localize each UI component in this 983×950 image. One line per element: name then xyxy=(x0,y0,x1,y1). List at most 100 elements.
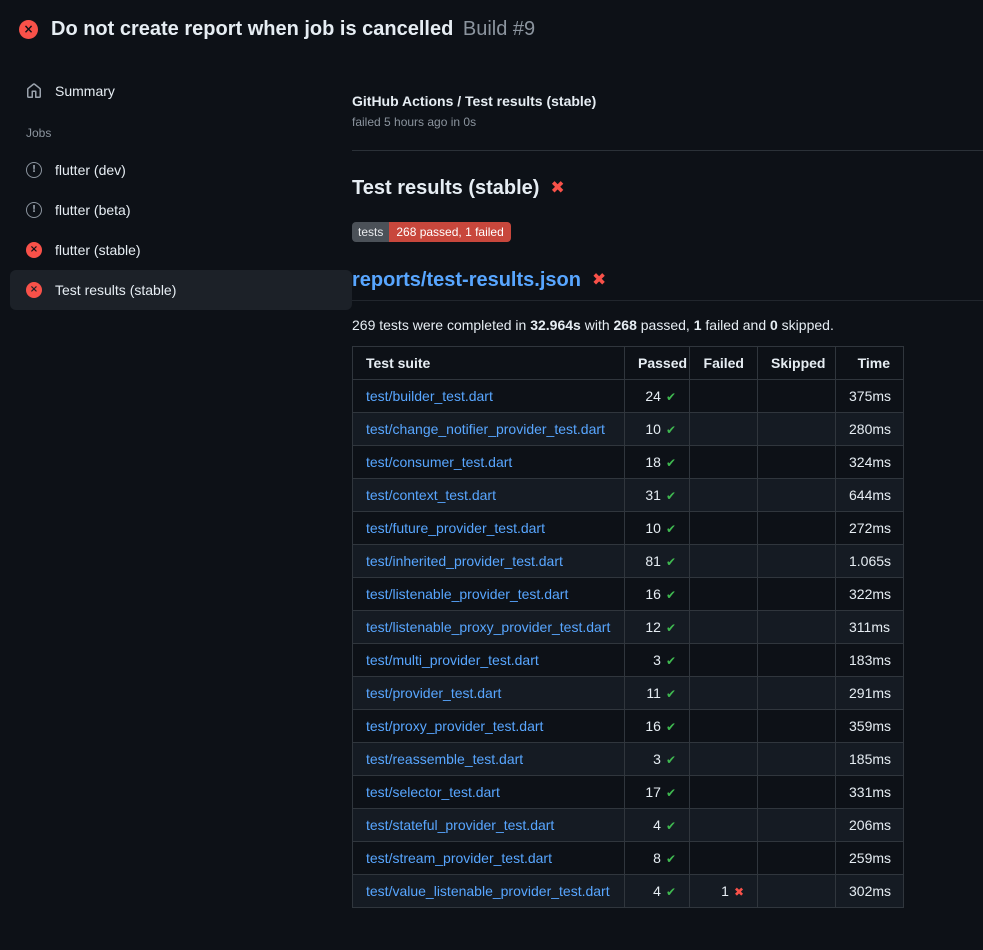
test-suite-link[interactable]: test/value_listenable_provider_test.dart xyxy=(366,883,610,899)
test-suite-link[interactable]: test/inherited_provider_test.dart xyxy=(366,553,563,569)
summary-text: passed, xyxy=(637,317,694,333)
check-icon: ✔ xyxy=(666,456,676,470)
check-icon: ✔ xyxy=(666,819,676,833)
job-label: Test results (stable) xyxy=(55,282,176,298)
sidebar-job-item[interactable]: ×Test results (stable) xyxy=(10,270,352,310)
time-cell: 359ms xyxy=(836,710,904,743)
failed-x-icon: ✖ xyxy=(550,180,564,197)
time-cell: 291ms xyxy=(836,677,904,710)
failed-cell xyxy=(690,413,758,446)
column-header-passed: Passed xyxy=(625,347,690,380)
test-suite-link[interactable]: test/selector_test.dart xyxy=(366,784,500,800)
suite-cell: test/selector_test.dart xyxy=(353,776,625,809)
time-cell: 280ms xyxy=(836,413,904,446)
table-row: test/builder_test.dart24✔375ms xyxy=(353,380,904,413)
suite-cell: test/builder_test.dart xyxy=(353,380,625,413)
test-suite-link[interactable]: test/context_test.dart xyxy=(366,487,496,503)
time-cell: 302ms xyxy=(836,875,904,908)
failed-cell xyxy=(690,743,758,776)
passed-cell: 81✔ xyxy=(625,545,690,578)
check-icon: ✔ xyxy=(666,786,676,800)
test-suite-link[interactable]: test/stream_provider_test.dart xyxy=(366,850,552,866)
suite-cell: test/future_provider_test.dart xyxy=(353,512,625,545)
report-link[interactable]: reports/test-results.json xyxy=(352,269,581,292)
passed-cell: 10✔ xyxy=(625,413,690,446)
summary-text: 269 tests were completed in xyxy=(352,317,530,333)
check-run-header: × Do not create report when job is cance… xyxy=(0,0,983,56)
test-suite-link[interactable]: test/stateful_provider_test.dart xyxy=(366,817,554,833)
check-title: Test results (stable) ✖ xyxy=(352,177,983,200)
time-cell: 183ms xyxy=(836,644,904,677)
table-row: test/listenable_proxy_provider_test.dart… xyxy=(353,611,904,644)
passed-cell: 16✔ xyxy=(625,710,690,743)
skipped-cell xyxy=(758,842,836,875)
test-suite-link[interactable]: test/proxy_provider_test.dart xyxy=(366,718,543,734)
column-header-time: Time xyxy=(836,347,904,380)
table-row: test/stateful_provider_test.dart 4 ✔ 206ms xyxy=(353,809,904,842)
skipped-cell xyxy=(758,677,836,710)
passed-count: 4 xyxy=(653,883,661,899)
breadcrumb[interactable]: GitHub Actions / Test results (stable) xyxy=(352,93,983,109)
sidebar-job-item[interactable]: × flutter (stable) xyxy=(10,230,352,270)
time-cell: 322ms xyxy=(836,578,904,611)
test-suite-link[interactable]: test/listenable_proxy_provider_test.dart xyxy=(366,619,610,635)
table-row: test/inherited_provider_test.dart81✔1.06… xyxy=(353,545,904,578)
failed-cell xyxy=(690,809,758,842)
failed-cell xyxy=(690,644,758,677)
skipped-cell xyxy=(758,413,836,446)
sidebar: Summary Jobs ! flutter (dev) !flutter (bet… xyxy=(10,56,352,310)
test-suite-link[interactable]: test/reassemble_test.dart xyxy=(366,751,523,767)
jobs-section-label: Jobs xyxy=(26,126,336,140)
skipped-cell xyxy=(758,446,836,479)
failed-cell xyxy=(690,776,758,809)
home-icon xyxy=(26,83,42,99)
sidebar-job-item[interactable]: !flutter (beta) xyxy=(10,190,352,230)
job-label: flutter (stable) xyxy=(55,242,141,258)
suite-cell: test/listenable_proxy_provider_test.dart xyxy=(353,611,625,644)
failed-cell xyxy=(690,512,758,545)
check-icon: ✔ xyxy=(666,522,676,536)
table-row: test/listenable_provider_test.dart 16 ✔ 322… xyxy=(353,578,904,611)
failed-x-icon: ✖ xyxy=(592,272,606,289)
check-icon: ✔ xyxy=(666,885,676,899)
alert-circle-icon: ! xyxy=(26,162,42,178)
test-suite-link[interactable]: test/change_notifier_provider_test.dart xyxy=(366,421,605,437)
suite-cell: test/multi_provider_test.dart xyxy=(353,644,625,677)
check-icon: ✔ xyxy=(666,489,676,503)
passed-count: 81 xyxy=(645,553,661,569)
time-cell: 206ms xyxy=(836,809,904,842)
passed-count: 4 xyxy=(653,817,661,833)
passed-count: 8 xyxy=(653,850,661,866)
test-suite-link[interactable]: test/future_provider_test.dart xyxy=(366,520,545,536)
results-table: Test suitePassedFailedSkippedTime test/b… xyxy=(352,346,904,908)
x-circle-icon: × xyxy=(26,242,42,258)
passed-count: 16 xyxy=(645,586,661,602)
column-header-failed: Failed xyxy=(690,347,758,380)
passed-count: 11 xyxy=(646,685,661,701)
test-suite-link[interactable]: test/provider_test.dart xyxy=(366,685,501,701)
check-icon: ✔ xyxy=(666,687,676,701)
summary-text: 0 xyxy=(770,317,778,333)
results-table-header-row: Test suitePassedFailedSkippedTime xyxy=(353,347,904,380)
skipped-cell xyxy=(758,512,836,545)
failed-cell xyxy=(690,578,758,611)
sidebar-job-item[interactable]: ! flutter (dev) xyxy=(10,150,352,190)
passed-count: 3 xyxy=(653,652,661,668)
suite-cell: test/stream_provider_test.dart xyxy=(353,842,625,875)
run-meta: failed 5 hours ago in 0s xyxy=(352,115,983,129)
passed-count: 17 xyxy=(645,784,661,800)
check-icon: ✔ xyxy=(666,588,676,602)
sidebar-item-summary[interactable]: Summary xyxy=(10,72,352,110)
passed-count: 16 xyxy=(645,718,661,734)
test-suite-link[interactable]: test/builder_test.dart xyxy=(366,388,493,404)
test-suite-link[interactable]: test/multi_provider_test.dart xyxy=(366,652,539,668)
test-suite-link[interactable]: test/listenable_provider_test.dart xyxy=(366,586,568,602)
test-suite-link[interactable]: test/consumer_test.dart xyxy=(366,454,512,470)
check-icon: ✔ xyxy=(666,654,676,668)
passed-count: 3 xyxy=(653,751,661,767)
job-label: flutter (dev) xyxy=(55,162,126,178)
failed-cell xyxy=(690,545,758,578)
skipped-cell xyxy=(758,545,836,578)
failed-cell xyxy=(690,710,758,743)
summary-line: 269 tests were completed in 32.964s with… xyxy=(352,317,983,333)
